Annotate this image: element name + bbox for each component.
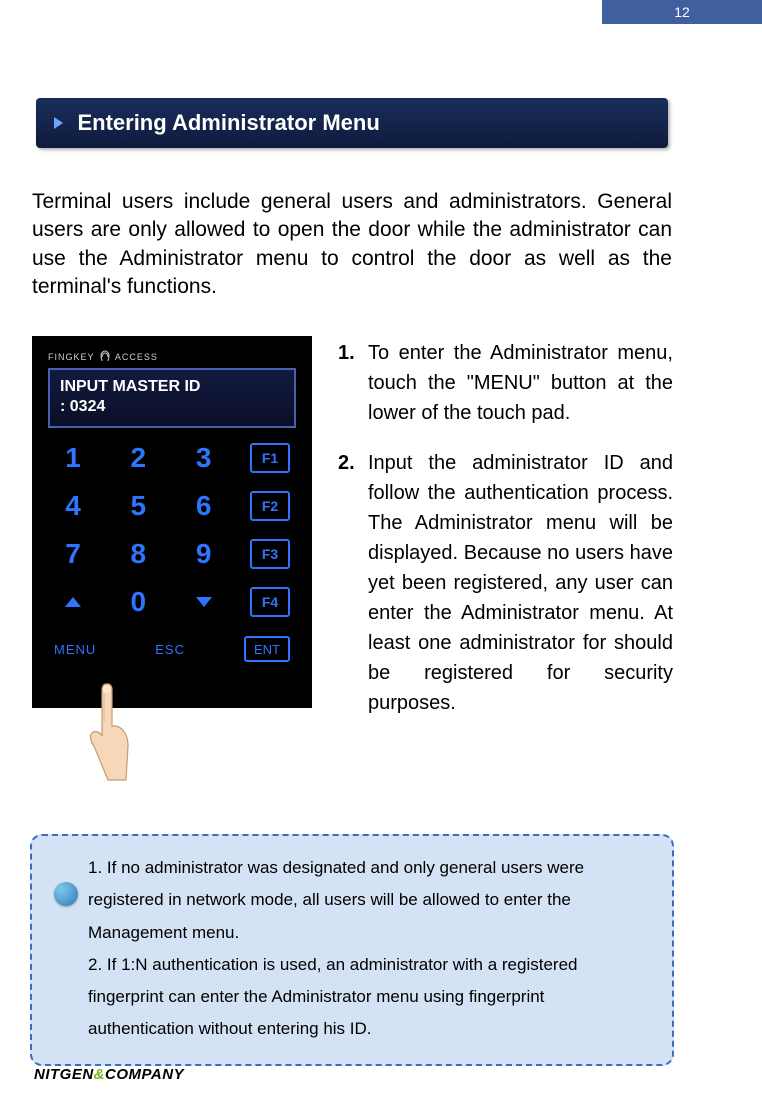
key-0[interactable]: 0 [119,586,157,618]
step-text: To enter the Administrator menu, touch t… [368,338,673,428]
pointing-finger-icon [78,680,138,800]
step-1: 1. To enter the Administrator menu, touc… [338,338,673,428]
footer-part-a: NITGEN [34,1066,94,1083]
tip-box: 1. If no administrator was designated an… [30,834,674,1066]
step-text: Input the administrator ID and follow th… [368,448,673,718]
terminal-device: FINGKEY ACCESS INPUT MASTER ID : 0324 1 … [32,336,312,708]
key-5[interactable]: 5 [119,490,157,522]
key-3[interactable]: 3 [185,442,223,474]
arrow-right-icon [54,117,63,129]
fingerprint-icon [100,350,110,362]
tip-icon [54,882,78,906]
key-ent[interactable]: ENT [244,636,290,662]
keypad: 1 2 3 F1 4 5 6 F2 7 8 9 F3 0 F4 [48,442,296,618]
step-number: 2. [338,448,368,718]
key-4[interactable]: 4 [54,490,92,522]
key-8[interactable]: 8 [119,538,157,570]
key-menu[interactable]: MENU [54,642,96,657]
tip-line-1: 1. If no administrator was designated an… [88,852,652,949]
step-list: 1. To enter the Administrator menu, touc… [338,338,673,738]
key-up[interactable] [54,596,92,608]
key-esc[interactable]: ESC [155,642,185,657]
brand-left: FINGKEY [48,352,94,362]
page-number-header: 12 [602,0,762,24]
key-1[interactable]: 1 [54,442,92,474]
key-6[interactable]: 6 [185,490,223,522]
device-brand: FINGKEY ACCESS [48,350,296,362]
screen-line-1: INPUT MASTER ID [60,378,284,396]
tip-line-2: 2. If 1:N authentication is used, an adm… [88,949,652,1046]
key-f1[interactable]: F1 [250,443,290,473]
device-screen: INPUT MASTER ID : 0324 [48,368,296,428]
footer-brand: NITGEN&COMPANY [34,1066,184,1083]
key-9[interactable]: 9 [185,538,223,570]
footer-amp: & [94,1066,105,1083]
key-f2[interactable]: F2 [250,491,290,521]
key-f4[interactable]: F4 [250,587,290,617]
section-title: Entering Administrator Menu [77,110,379,135]
key-f3[interactable]: F3 [250,539,290,569]
key-2[interactable]: 2 [119,442,157,474]
screen-line-2: : 0324 [60,398,284,416]
key-7[interactable]: 7 [54,538,92,570]
intro-paragraph: Terminal users include general users and… [32,188,672,301]
key-down[interactable] [185,596,223,608]
footer-part-b: COMPANY [105,1066,184,1083]
step-2: 2. Input the administrator ID and follow… [338,448,673,718]
step-number: 1. [338,338,368,428]
brand-right: ACCESS [115,352,158,362]
section-title-bar: Entering Administrator Menu [36,98,668,148]
